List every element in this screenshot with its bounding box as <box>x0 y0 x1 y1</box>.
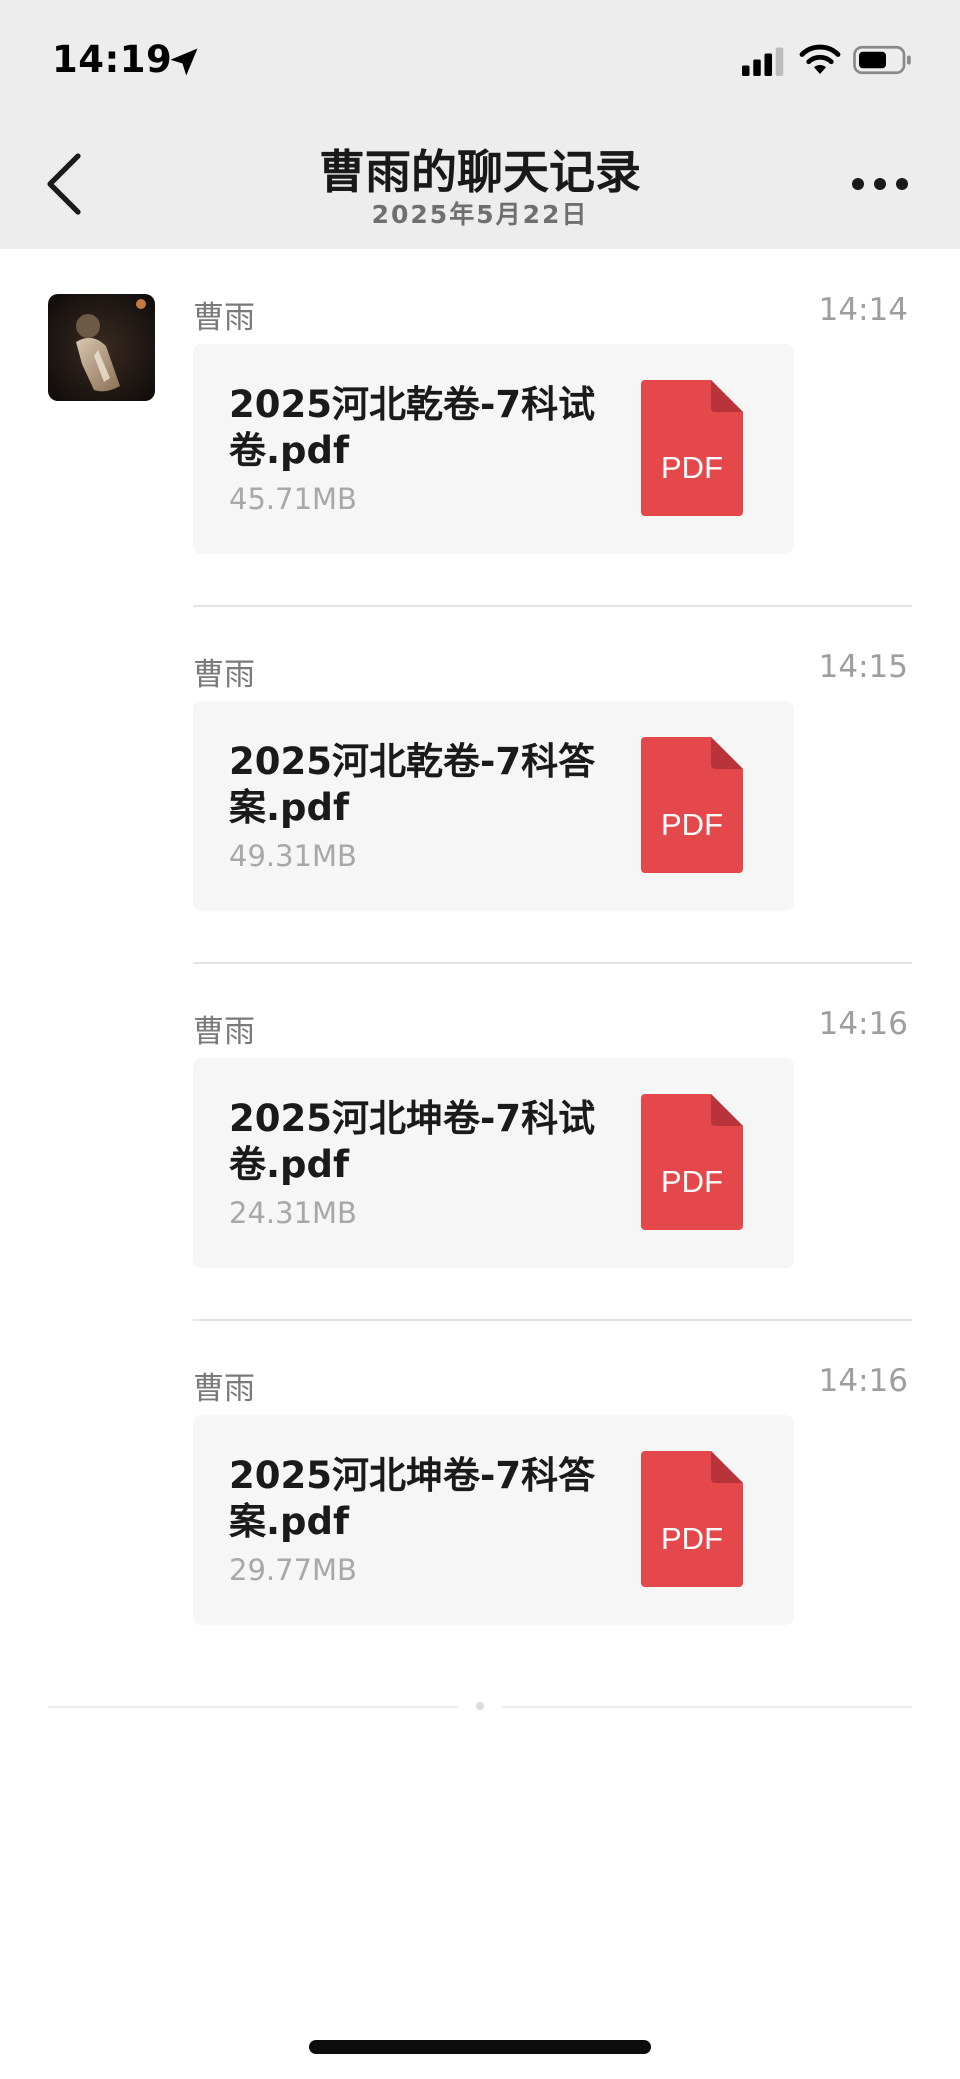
pdf-file-icon: PDF <box>641 1094 743 1230</box>
file-card[interactable]: 2025河北乾卷-7科试卷.pdf 45.71MB PDF <box>193 344 794 554</box>
page-date: 2025年5月22日 <box>371 200 589 229</box>
pdf-file-icon: PDF <box>641 1451 743 1587</box>
message-time: 14:16 <box>818 1363 908 1399</box>
pdf-file-icon: PDF <box>641 737 743 873</box>
divider <box>193 962 912 964</box>
end-dot <box>476 1702 484 1710</box>
file-card[interactable]: 2025河北坤卷-7科试卷.pdf 24.31MB PDF <box>193 1058 794 1268</box>
pdf-file-icon: PDF <box>641 380 743 516</box>
sender-name: 曹雨 <box>193 1371 255 1407</box>
file-size: 45.71MB <box>229 482 357 516</box>
file-name: 2025河北乾卷-7科试卷.pdf <box>229 383 596 472</box>
sender-name: 曹雨 <box>193 657 255 693</box>
file-name: 2025河北坤卷-7科答案.pdf <box>229 1454 596 1543</box>
message-time: 14:16 <box>818 1006 908 1042</box>
home-indicator[interactable] <box>309 2040 651 2054</box>
end-divider-left <box>48 1706 458 1708</box>
avatar[interactable] <box>48 294 155 401</box>
file-card[interactable]: 2025河北乾卷-7科答案.pdf 49.31MB PDF <box>193 701 794 911</box>
file-name: 2025河北坤卷-7科试卷.pdf <box>229 1097 596 1186</box>
location-arrow-icon <box>170 48 198 76</box>
page-title: 曹雨的聊天记录 <box>319 145 641 199</box>
wifi-icon <box>799 44 841 74</box>
divider <box>193 1319 912 1321</box>
file-card[interactable]: 2025河北坤卷-7科答案.pdf 29.77MB PDF <box>193 1415 794 1625</box>
pdf-label: PDF <box>661 1521 723 1556</box>
status-time: 14:19 <box>52 38 173 81</box>
message-time: 14:14 <box>818 292 908 328</box>
divider <box>193 605 912 607</box>
file-name: 2025河北乾卷-7科答案.pdf <box>229 740 596 829</box>
file-size: 29.77MB <box>229 1553 357 1587</box>
sender-name: 曹雨 <box>193 300 255 336</box>
file-size: 49.31MB <box>229 839 357 873</box>
pdf-label: PDF <box>661 1164 723 1199</box>
battery-icon <box>853 45 911 75</box>
pdf-label: PDF <box>661 450 723 485</box>
back-button[interactable] <box>38 150 90 218</box>
header: 14:19 曹雨的聊天记录 2025年5月22日 <box>0 0 960 249</box>
message-time: 14:15 <box>818 649 908 685</box>
cellular-signal-icon <box>742 47 784 76</box>
sender-name: 曹雨 <box>193 1014 255 1050</box>
end-divider-right <box>502 1706 912 1708</box>
pdf-label: PDF <box>661 807 723 842</box>
file-size: 24.31MB <box>229 1196 357 1230</box>
more-options-button[interactable] <box>848 164 912 204</box>
